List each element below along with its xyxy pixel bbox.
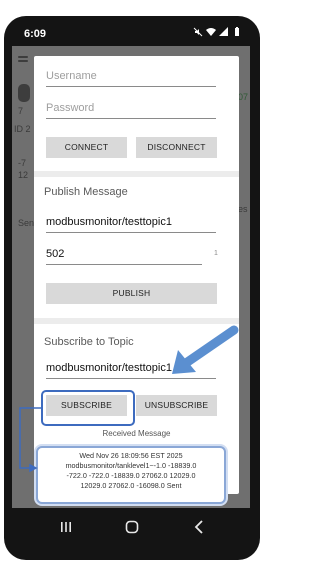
- pointer-arrow-icon: [172, 325, 239, 374]
- recents-icon[interactable]: [56, 518, 76, 536]
- home-icon[interactable]: [122, 518, 142, 536]
- navigation-bar: [12, 508, 250, 546]
- annotation-overlay: [19, 325, 239, 473]
- connector-arrow-icon: [19, 407, 41, 473]
- back-icon[interactable]: [190, 518, 210, 536]
